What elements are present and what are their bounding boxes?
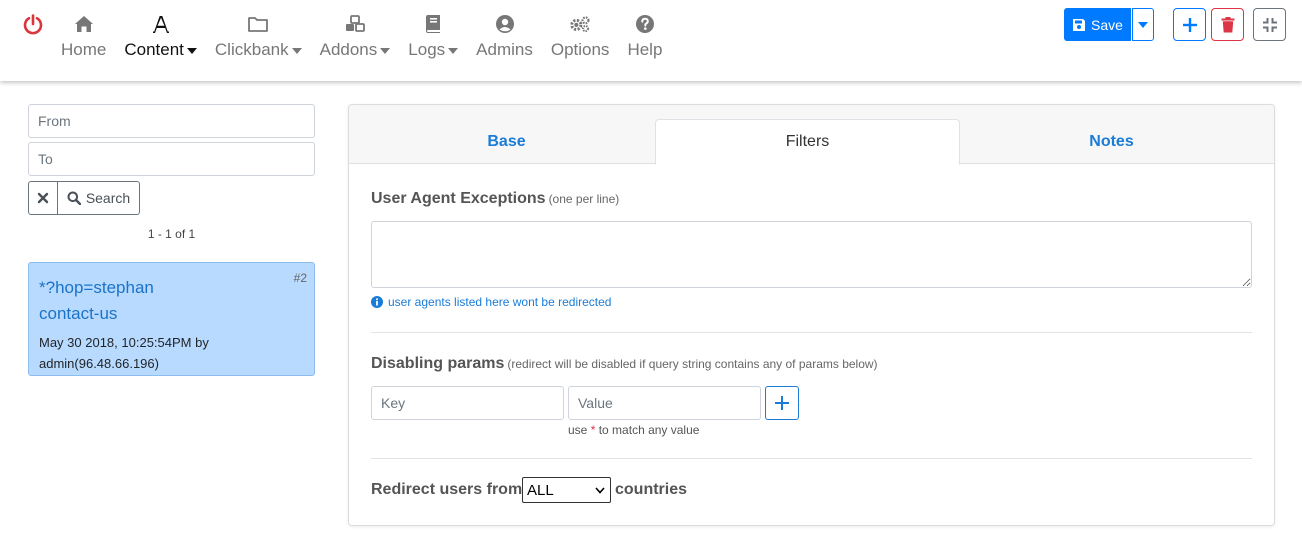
info-circle-icon [371, 296, 383, 308]
record-title-line1: *?hop=stephan [39, 278, 154, 297]
nav-options[interactable]: Options [542, 0, 619, 81]
record-meta-line1: May 30 2018, 10:25:54PM by [39, 335, 209, 350]
nav-home-label: Home [61, 40, 107, 59]
param-key-input[interactable] [371, 386, 564, 420]
editor-panel: Base Filters Notes User Agent Exceptions… [348, 104, 1275, 526]
nav-addons[interactable]: Addons [311, 0, 400, 81]
font-icon [150, 13, 172, 35]
nav-admins-label: Admins [476, 40, 533, 59]
divider [371, 458, 1252, 459]
nav-admins[interactable]: Admins [467, 0, 542, 81]
param-note-star: * [590, 423, 596, 437]
save-options-dropdown[interactable] [1132, 8, 1154, 41]
nav-content-label: Content [124, 40, 184, 59]
chevron-down-icon [595, 487, 605, 494]
add-param-button[interactable] [765, 386, 799, 420]
nav-logs[interactable]: Logs [399, 0, 467, 81]
save-button-label: Save [1091, 16, 1123, 33]
close-icon [37, 192, 49, 204]
tab-bar: Base Filters Notes [349, 105, 1274, 165]
nav-clickbank[interactable]: Clickbank [206, 0, 311, 81]
user-circle-icon [494, 13, 516, 35]
country-select-value: ALL [527, 481, 554, 499]
cogs-icon [569, 13, 591, 35]
caret-down-icon [380, 48, 391, 54]
search-group: Search [28, 181, 140, 215]
redirect-countries-pre: Redirect users from [371, 481, 523, 498]
param-value-input[interactable] [568, 386, 761, 420]
compress-icon [1262, 17, 1277, 32]
to-input[interactable] [28, 142, 315, 176]
question-circle-icon [634, 13, 656, 35]
record-meta: May 30 2018, 10:25:54PM by admin(96.48.6… [39, 332, 304, 374]
plus-icon [1182, 17, 1197, 32]
compress-button[interactable] [1253, 8, 1286, 41]
caret-down-icon [1138, 21, 1148, 28]
record-title-line2: contact-us [39, 304, 118, 323]
nav-addons-label: Addons [319, 40, 378, 59]
record-id: #2 [293, 271, 307, 285]
home-icon [73, 13, 95, 35]
param-note-post: to match any value [598, 423, 700, 437]
clear-button[interactable] [28, 181, 58, 215]
ua-exceptions-textarea[interactable] [371, 221, 1252, 288]
country-select[interactable]: ALL [522, 477, 611, 503]
tab-base[interactable]: Base [354, 119, 659, 165]
top-navbar: Home Content Clickbank Addons Logs Admin… [0, 0, 1302, 81]
book-icon [422, 13, 444, 35]
search-button[interactable]: Search [58, 181, 140, 215]
tab-notes[interactable]: Notes [959, 119, 1264, 165]
record-meta-line2: admin(96.48.66.196) [39, 356, 159, 371]
ua-exceptions-label: User Agent Exceptions (one per line) [371, 190, 619, 208]
nav-help[interactable]: Help [618, 0, 671, 81]
pagination-info: 1 - 1 of 1 [147, 227, 196, 241]
plus-icon [775, 396, 789, 410]
delete-button[interactable] [1211, 8, 1244, 41]
search-icon [67, 191, 81, 205]
from-input[interactable] [28, 104, 315, 138]
main-nav: Home Content Clickbank Addons Logs Admin… [52, 0, 671, 81]
folder-icon [247, 13, 269, 35]
cubes-icon [344, 13, 366, 35]
caret-down-icon [448, 48, 459, 54]
nav-home[interactable]: Home [52, 0, 115, 81]
nav-options-label: Options [550, 40, 610, 59]
ua-hint-text: user agents listed here wont be redirect… [388, 295, 612, 309]
trash-icon [1221, 16, 1234, 32]
redirect-countries-post: countries [615, 481, 688, 498]
save-icon [1073, 18, 1086, 31]
param-note-pre: use [568, 423, 588, 437]
divider [371, 332, 1252, 333]
caret-down-icon [186, 48, 197, 54]
add-button[interactable] [1173, 8, 1206, 41]
nav-help-label: Help [627, 40, 663, 59]
record-title: *?hop=stephan contact-us [39, 275, 304, 327]
disabling-params-title: Disabling params [371, 355, 505, 372]
ua-exceptions-sub: (one per line) [548, 192, 620, 206]
nav-clickbank-label: Clickbank [214, 40, 289, 59]
search-button-label: Search [85, 190, 131, 206]
nav-logs-label: Logs [408, 40, 446, 59]
param-note: use * to match any value [568, 423, 699, 437]
caret-down-icon [291, 48, 302, 54]
power-icon[interactable] [22, 13, 44, 35]
tab-filters[interactable]: Filters [655, 119, 960, 165]
list-item[interactable]: #2 *?hop=stephan contact-us May 30 2018,… [28, 262, 315, 376]
ua-exceptions-title: User Agent Exceptions [371, 190, 546, 207]
nav-content[interactable]: Content [115, 0, 206, 81]
disabling-params-label: Disabling params (redirect will be disabl… [371, 355, 878, 373]
disabling-params-sub: (redirect will be disabled if query stri… [507, 357, 878, 371]
save-button[interactable]: Save [1064, 8, 1131, 41]
ua-hint: user agents listed here wont be redirect… [371, 295, 611, 309]
